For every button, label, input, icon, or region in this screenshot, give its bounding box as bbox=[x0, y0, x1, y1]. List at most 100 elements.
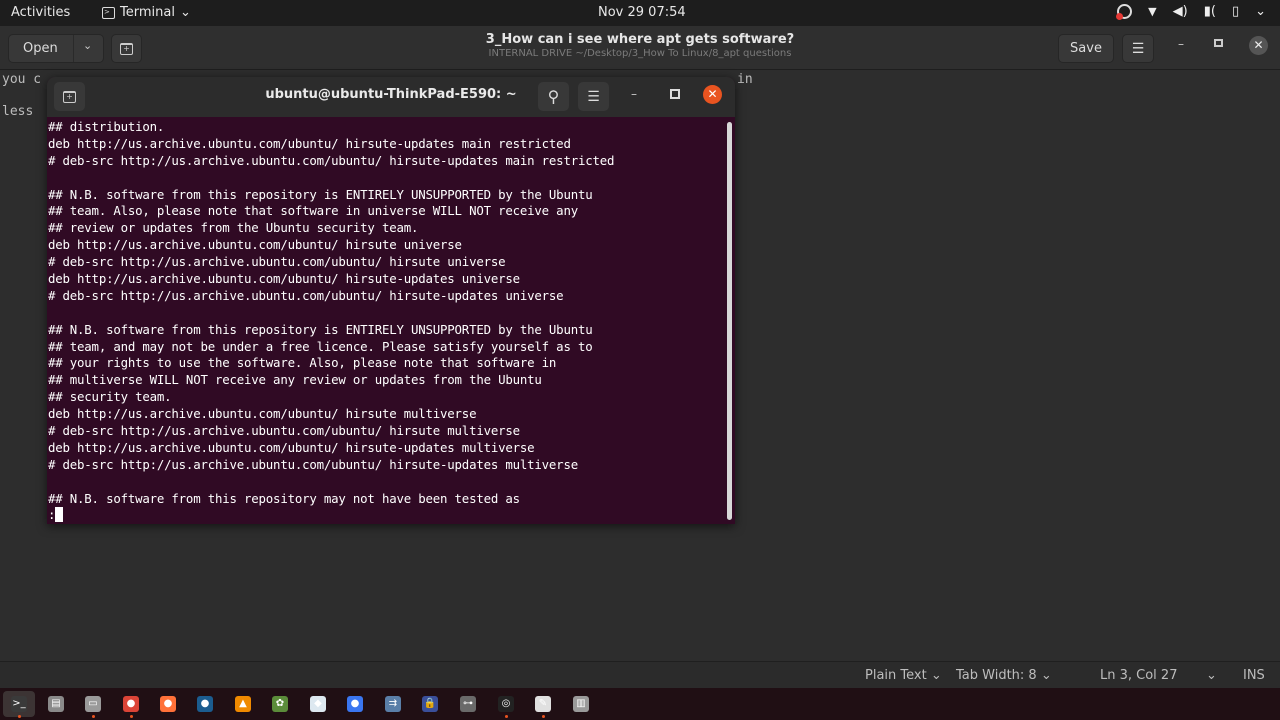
dock-item-keepass[interactable]: 🔒 bbox=[417, 691, 443, 717]
scrollbar[interactable] bbox=[727, 122, 732, 520]
hamburger-menu-button[interactable]: ☰ bbox=[578, 82, 609, 111]
terminal-line: ## team, and may not be under a free lic… bbox=[48, 338, 593, 354]
hamburger-menu-button[interactable]: ☰ bbox=[1122, 34, 1154, 63]
running-indicator bbox=[130, 715, 133, 718]
terminal-output[interactable]: ## distribution. deb http://us.archive.ub… bbox=[48, 119, 724, 524]
terminal-line: ## team. Also, please note that software… bbox=[48, 203, 578, 219]
text-cursor bbox=[55, 507, 64, 523]
dock-item-screen-recorder[interactable]: ◎ bbox=[493, 691, 519, 718]
search-icon: ⚲ bbox=[547, 87, 560, 106]
save-button[interactable]: Save bbox=[1058, 34, 1114, 63]
file-manager-icon: ▭ bbox=[85, 696, 101, 712]
keepass-icon: 🔒 bbox=[422, 696, 438, 712]
pager-prompt[interactable]: : bbox=[48, 507, 724, 524]
wifi-icon[interactable]: ▼ bbox=[1148, 5, 1156, 18]
pulse-app-icon: ⇉ bbox=[385, 696, 401, 712]
microphone-icon[interactable]: ▮( bbox=[1204, 4, 1216, 19]
terminal-line: # deb-src http://us.archive.ubuntu.com/u… bbox=[48, 287, 564, 303]
terminal-line: # deb-src http://us.archive.ubuntu.com/u… bbox=[48, 456, 578, 472]
battery-icon[interactable]: ▯ bbox=[1232, 4, 1239, 19]
dock-item-gamepad[interactable]: ⊶ bbox=[455, 691, 481, 717]
terminal-line: deb http://us.archive.ubuntu.com/ubuntu/… bbox=[48, 237, 462, 253]
chevron-down-icon: ⌄ bbox=[179, 5, 191, 20]
terminal-headerbar: + ubuntu@ubuntu-ThinkPad-E590: ~ ⚲ ☰ – ✕ bbox=[47, 77, 735, 117]
dock: >_ ▤ ▭ ● ● ● ▲ ✿ ◆ ● ⇉ 🔒 ⊶ ◎ ✎ ▥ bbox=[0, 688, 1280, 720]
dock-item-firefox[interactable]: ● bbox=[155, 691, 181, 717]
dock-item-steam[interactable]: ● bbox=[192, 691, 218, 717]
close-button[interactable]: ✕ bbox=[703, 85, 722, 104]
terminal-line: deb http://us.archive.ubuntu.com/ubuntu/… bbox=[48, 406, 477, 422]
editor-headerbar: Open ⌄ + 3_How can i see where apt gets … bbox=[0, 26, 1280, 70]
maximize-button[interactable] bbox=[1214, 39, 1223, 47]
terminal-line: ## your rights to use the software. Also… bbox=[48, 355, 557, 371]
firefox-icon: ● bbox=[160, 696, 176, 712]
editor-line: less bbox=[2, 104, 34, 119]
minimize-button[interactable]: – bbox=[631, 87, 637, 101]
dock-item-terminal[interactable]: >_ bbox=[3, 691, 35, 718]
terminal-line: deb http://us.archive.ubuntu.com/ubuntu/… bbox=[48, 271, 520, 287]
dock-item-vs-code-like[interactable]: ◆ bbox=[305, 691, 331, 717]
dock-item-files-app[interactable]: ▤ bbox=[43, 691, 69, 717]
files-app-icon: ▤ bbox=[48, 696, 64, 712]
running-indicator bbox=[18, 715, 21, 718]
chevron-down-icon[interactable]: ⌄ bbox=[1206, 668, 1217, 683]
running-indicator bbox=[92, 715, 95, 718]
menu-icon: ☰ bbox=[587, 88, 600, 105]
minimize-button[interactable]: – bbox=[1178, 37, 1184, 51]
terminal-line: ## review or updates from the Ubuntu sec… bbox=[48, 220, 419, 236]
signal-icon: ● bbox=[347, 696, 363, 712]
activities-button[interactable]: Activities bbox=[11, 5, 70, 20]
editor-line: you c bbox=[2, 72, 42, 87]
terminal-line: # deb-src http://us.archive.ubuntu.com/u… bbox=[48, 254, 506, 270]
game-app-icon: ✿ bbox=[272, 696, 288, 712]
terminal-line: ## security team. bbox=[48, 389, 172, 405]
prompt-text: : bbox=[48, 507, 56, 523]
terminal-line: deb http://us.archive.ubuntu.com/ubuntu/… bbox=[48, 135, 571, 151]
terminal-line: ## N.B. software from this repository ma… bbox=[48, 490, 520, 506]
dock-item-pulse-app[interactable]: ⇉ bbox=[380, 691, 406, 717]
chevron-down-icon[interactable]: ⌄ bbox=[1255, 4, 1266, 19]
insert-mode[interactable]: INS bbox=[1243, 668, 1265, 683]
terminal-line: ## N.B. software from this repository is… bbox=[48, 186, 593, 202]
terminal-line: ## N.B. software from this repository is… bbox=[48, 321, 593, 337]
vlc-icon: ▲ bbox=[235, 696, 251, 712]
dock-item-game-app[interactable]: ✿ bbox=[267, 691, 293, 717]
system-tray[interactable]: ▼ ◀) ▮( ▯ ⌄ bbox=[1116, 4, 1266, 20]
search-button[interactable]: ⚲ bbox=[538, 82, 569, 111]
steam-icon: ● bbox=[197, 696, 213, 712]
dock-item-signal[interactable]: ● bbox=[342, 691, 368, 717]
terminal-window: + ubuntu@ubuntu-ThinkPad-E590: ~ ⚲ ☰ – ✕… bbox=[47, 77, 735, 524]
terminal-icon: > bbox=[102, 6, 115, 19]
terminal-line: deb http://us.archive.ubuntu.com/ubuntu/… bbox=[48, 439, 535, 455]
screen-recorder-icon[interactable] bbox=[1116, 4, 1133, 20]
terminal-line: # deb-src http://us.archive.ubuntu.com/u… bbox=[48, 152, 615, 168]
vs-code-like-icon: ◆ bbox=[310, 696, 326, 712]
dock-item-file-manager[interactable]: ▭ bbox=[80, 691, 106, 718]
editor-line: in bbox=[737, 72, 753, 87]
tab-width-selector[interactable]: Tab Width: 8 ⌄ bbox=[956, 668, 1052, 683]
screen-recorder-icon: ◎ bbox=[498, 696, 514, 712]
text-editor-icon: ✎ bbox=[535, 696, 551, 712]
dock-item-chrome[interactable]: ● bbox=[118, 691, 144, 718]
terminal-line: ## multiverse WILL NOT receive any revie… bbox=[48, 372, 542, 388]
running-indicator bbox=[505, 715, 508, 718]
trash-icon: ▥ bbox=[573, 696, 589, 712]
app-menu[interactable]: > Terminal ⌄ bbox=[102, 5, 191, 20]
top-bar: Activities > Terminal ⌄ Nov 29 07:54 ▼ ◀… bbox=[0, 0, 1280, 26]
clock[interactable]: Nov 29 07:54 bbox=[598, 5, 686, 20]
maximize-button[interactable] bbox=[670, 89, 680, 99]
dock-item-trash[interactable]: ▥ bbox=[568, 691, 594, 717]
language-selector[interactable]: Plain Text ⌄ bbox=[865, 668, 942, 683]
dock-item-text-editor[interactable]: ✎ bbox=[530, 691, 556, 718]
volume-icon[interactable]: ◀) bbox=[1173, 4, 1188, 19]
close-button[interactable]: ✕ bbox=[1249, 36, 1268, 55]
chrome-icon: ● bbox=[123, 696, 139, 712]
app-menu-label: Terminal bbox=[120, 5, 175, 20]
dock-item-vlc[interactable]: ▲ bbox=[230, 691, 256, 717]
terminal-line: ## distribution. bbox=[48, 119, 165, 134]
cursor-position[interactable]: Ln 3, Col 27 bbox=[1100, 668, 1177, 683]
editor-statusbar: Plain Text ⌄ Tab Width: 8 ⌄ Ln 3, Col 27… bbox=[0, 661, 1280, 688]
